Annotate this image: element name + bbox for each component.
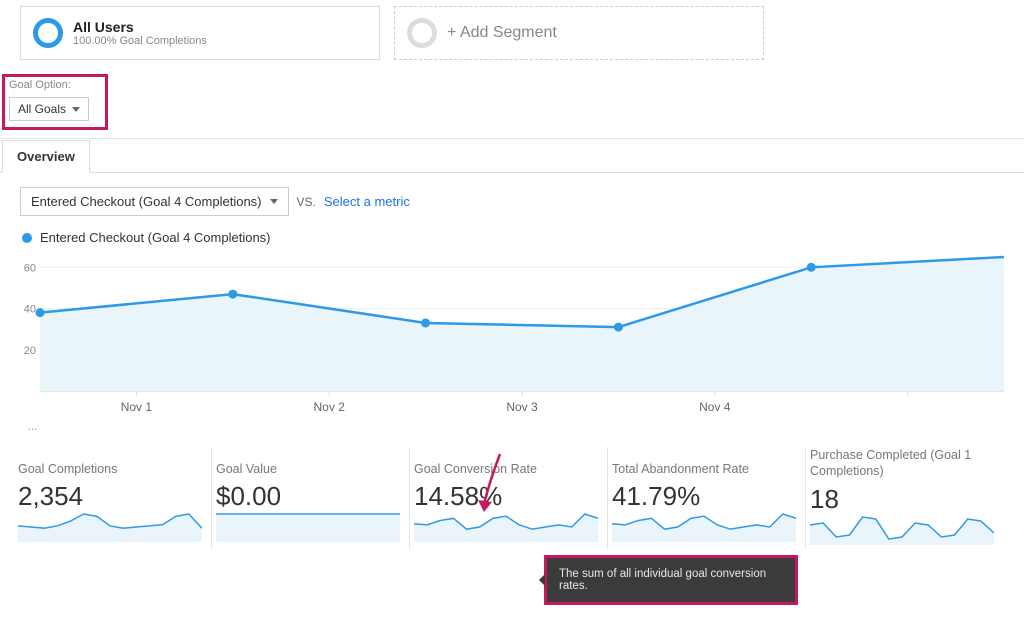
add-segment-button[interactable]: + Add Segment bbox=[394, 6, 764, 60]
chart-legend-label: Entered Checkout (Goal 4 Completions) bbox=[40, 230, 271, 245]
chart-x-start: ... bbox=[14, 421, 1010, 433]
conversion-rate-tooltip: The sum of all individual goal conversio… bbox=[544, 555, 798, 605]
line-chart: 20 40 60 Nov 1 Nov 2 Nov 3 Nov 4 bbox=[14, 251, 1008, 421]
sparkline bbox=[18, 512, 202, 542]
tooltip-text: The sum of all individual goal conversio… bbox=[559, 568, 766, 592]
metric-value: 14.58% bbox=[414, 479, 597, 512]
metric-label: Total Abandonment Rate bbox=[612, 447, 795, 479]
metric-value: 41.79% bbox=[612, 479, 795, 512]
sparkline bbox=[612, 512, 796, 542]
add-segment-circle-icon bbox=[407, 18, 437, 48]
segment-subtitle: 100.00% Goal Completions bbox=[73, 35, 207, 47]
svg-text:Nov 4: Nov 4 bbox=[699, 400, 731, 414]
metric-card[interactable]: Goal Conversion Rate14.58% bbox=[410, 447, 608, 549]
metric-label: Goal Value bbox=[216, 447, 399, 479]
metric-label: Purchase Completed (Goal 1 Completions) bbox=[810, 447, 994, 482]
svg-text:60: 60 bbox=[24, 262, 36, 274]
secondary-metric-link[interactable]: Select a metric bbox=[324, 194, 410, 209]
chevron-down-icon bbox=[270, 199, 278, 204]
metric-card[interactable]: Total Abandonment Rate41.79% bbox=[608, 447, 806, 549]
legend-dot-icon bbox=[22, 233, 32, 243]
goal-option-label: Goal Option: bbox=[9, 79, 101, 91]
metric-value: $0.00 bbox=[216, 479, 399, 512]
goal-option-select[interactable]: All Goals bbox=[9, 97, 89, 121]
metric-label: Goal Conversion Rate bbox=[414, 447, 597, 479]
vs-label: VS. bbox=[297, 195, 316, 209]
goal-option-value: All Goals bbox=[18, 102, 66, 116]
metric-card[interactable]: Purchase Completed (Goal 1 Completions)1… bbox=[806, 447, 1004, 549]
goal-option-highlight: Goal Option: All Goals bbox=[2, 74, 108, 130]
sparkline bbox=[414, 512, 598, 542]
svg-text:Nov 1: Nov 1 bbox=[121, 400, 153, 414]
primary-metric-select[interactable]: Entered Checkout (Goal 4 Completions) bbox=[20, 187, 289, 216]
svg-text:40: 40 bbox=[24, 304, 36, 316]
metrics-row: Goal Completions2,354Goal Value$0.00Goal… bbox=[0, 433, 1024, 559]
metric-label: Goal Completions bbox=[18, 447, 201, 479]
metric-value: 18 bbox=[810, 482, 994, 515]
segment-title: All Users bbox=[73, 19, 207, 35]
svg-text:20: 20 bbox=[24, 345, 36, 357]
metric-value: 2,354 bbox=[18, 479, 201, 512]
chevron-down-icon bbox=[72, 107, 80, 112]
tab-overview[interactable]: Overview bbox=[2, 140, 90, 173]
metric-card[interactable]: Goal Value$0.00 bbox=[212, 447, 410, 549]
svg-text:Nov 2: Nov 2 bbox=[314, 400, 346, 414]
chart-legend: Entered Checkout (Goal 4 Completions) bbox=[14, 224, 1010, 251]
segment-circle-icon bbox=[33, 18, 63, 48]
segment-all-users[interactable]: All Users 100.00% Goal Completions bbox=[20, 6, 380, 60]
svg-text:Nov 3: Nov 3 bbox=[506, 400, 538, 414]
add-segment-label: + Add Segment bbox=[447, 24, 557, 42]
metric-card[interactable]: Goal Completions2,354 bbox=[14, 447, 212, 549]
sparkline bbox=[810, 515, 994, 545]
sparkline bbox=[216, 512, 400, 542]
primary-metric-label: Entered Checkout (Goal 4 Completions) bbox=[31, 194, 262, 209]
